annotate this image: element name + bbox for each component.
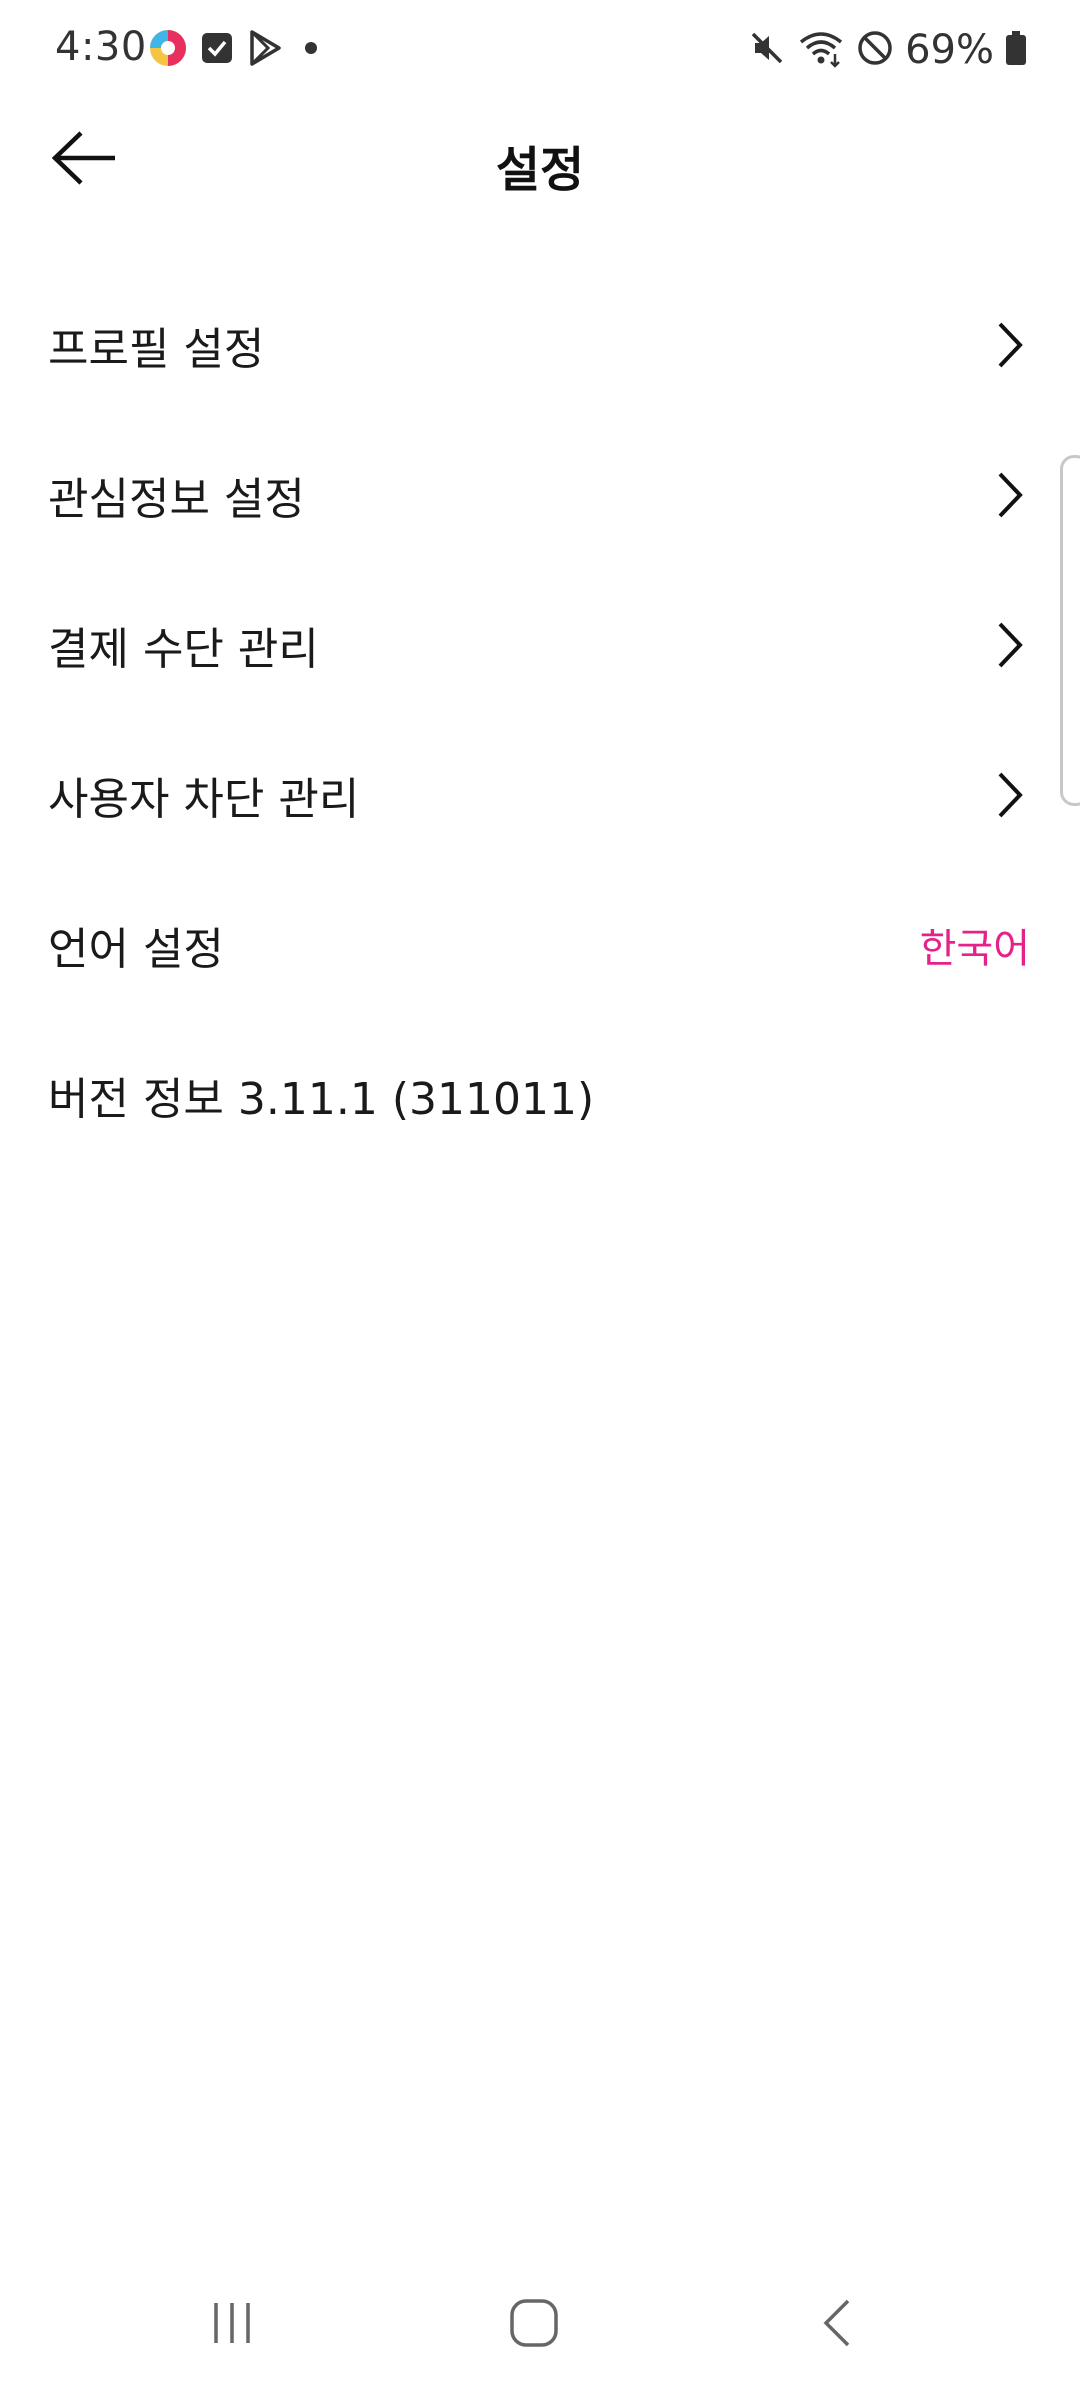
menu-item-payment-methods[interactable]: 결제 수단 관리 <box>0 570 1080 720</box>
settings-menu: 프로필 설정 관심정보 설정 결제 수단 관리 사용자 차단 관리 언어 설정 <box>0 270 1080 1170</box>
mute-icon <box>747 28 787 72</box>
play-store-icon <box>246 29 284 71</box>
menu-item-label: 프로필 설정 <box>48 324 265 375</box>
edge-panel-handle[interactable] <box>1060 455 1080 806</box>
menu-item-profile-settings[interactable]: 프로필 설정 <box>0 270 1080 420</box>
home-button[interactable] <box>474 2280 594 2370</box>
battery-percent: 69% <box>905 27 994 73</box>
battery-icon <box>1004 28 1028 72</box>
recent-apps-button[interactable] <box>172 2280 292 2370</box>
menu-item-interest-settings[interactable]: 관심정보 설정 <box>0 420 1080 570</box>
menu-item-label: 사용자 차단 관리 <box>48 774 360 825</box>
menu-item-blocked-users[interactable]: 사용자 차단 관리 <box>0 720 1080 870</box>
wifi-icon <box>797 28 845 72</box>
status-left-icons <box>148 28 326 72</box>
status-right-icons: 69% <box>747 24 1028 76</box>
checkbox-icon <box>200 31 234 69</box>
settings-screen: 4:30 69% 설정 프로필 설정 관심정보 설정 결제 수단 관리 사용자 … <box>0 0 1080 2400</box>
chevron-right-icon <box>990 620 1030 670</box>
chevron-right-icon <box>990 320 1030 370</box>
nav-back-button[interactable] <box>778 2280 898 2370</box>
app-notification-icon <box>148 28 188 72</box>
chevron-right-icon <box>990 470 1030 520</box>
menu-item-label: 언어 설정 <box>48 924 224 975</box>
dot-icon <box>296 33 326 67</box>
chevron-right-icon <box>990 770 1030 820</box>
menu-item-language-settings[interactable]: 언어 설정 한국어 <box>0 870 1080 1020</box>
home-icon <box>504 2293 564 2357</box>
page-title: 설정 <box>495 142 585 198</box>
status-bar: 4:30 69% <box>0 0 1080 100</box>
version-info-label: 버전 정보 3.11.1 (311011) <box>48 1074 595 1125</box>
do-not-disturb-icon <box>855 28 895 72</box>
menu-item-version-info: 버전 정보 3.11.1 (311011) <box>0 1020 1080 1170</box>
recent-apps-icon <box>202 2293 262 2357</box>
app-header: 설정 <box>0 110 1080 210</box>
system-nav-bar <box>0 2270 1080 2380</box>
status-time: 4:30 <box>55 24 147 70</box>
language-value: 한국어 <box>919 926 1030 972</box>
menu-item-label: 결제 수단 관리 <box>48 624 319 675</box>
menu-item-label: 관심정보 설정 <box>48 474 305 525</box>
back-icon <box>808 2293 868 2357</box>
